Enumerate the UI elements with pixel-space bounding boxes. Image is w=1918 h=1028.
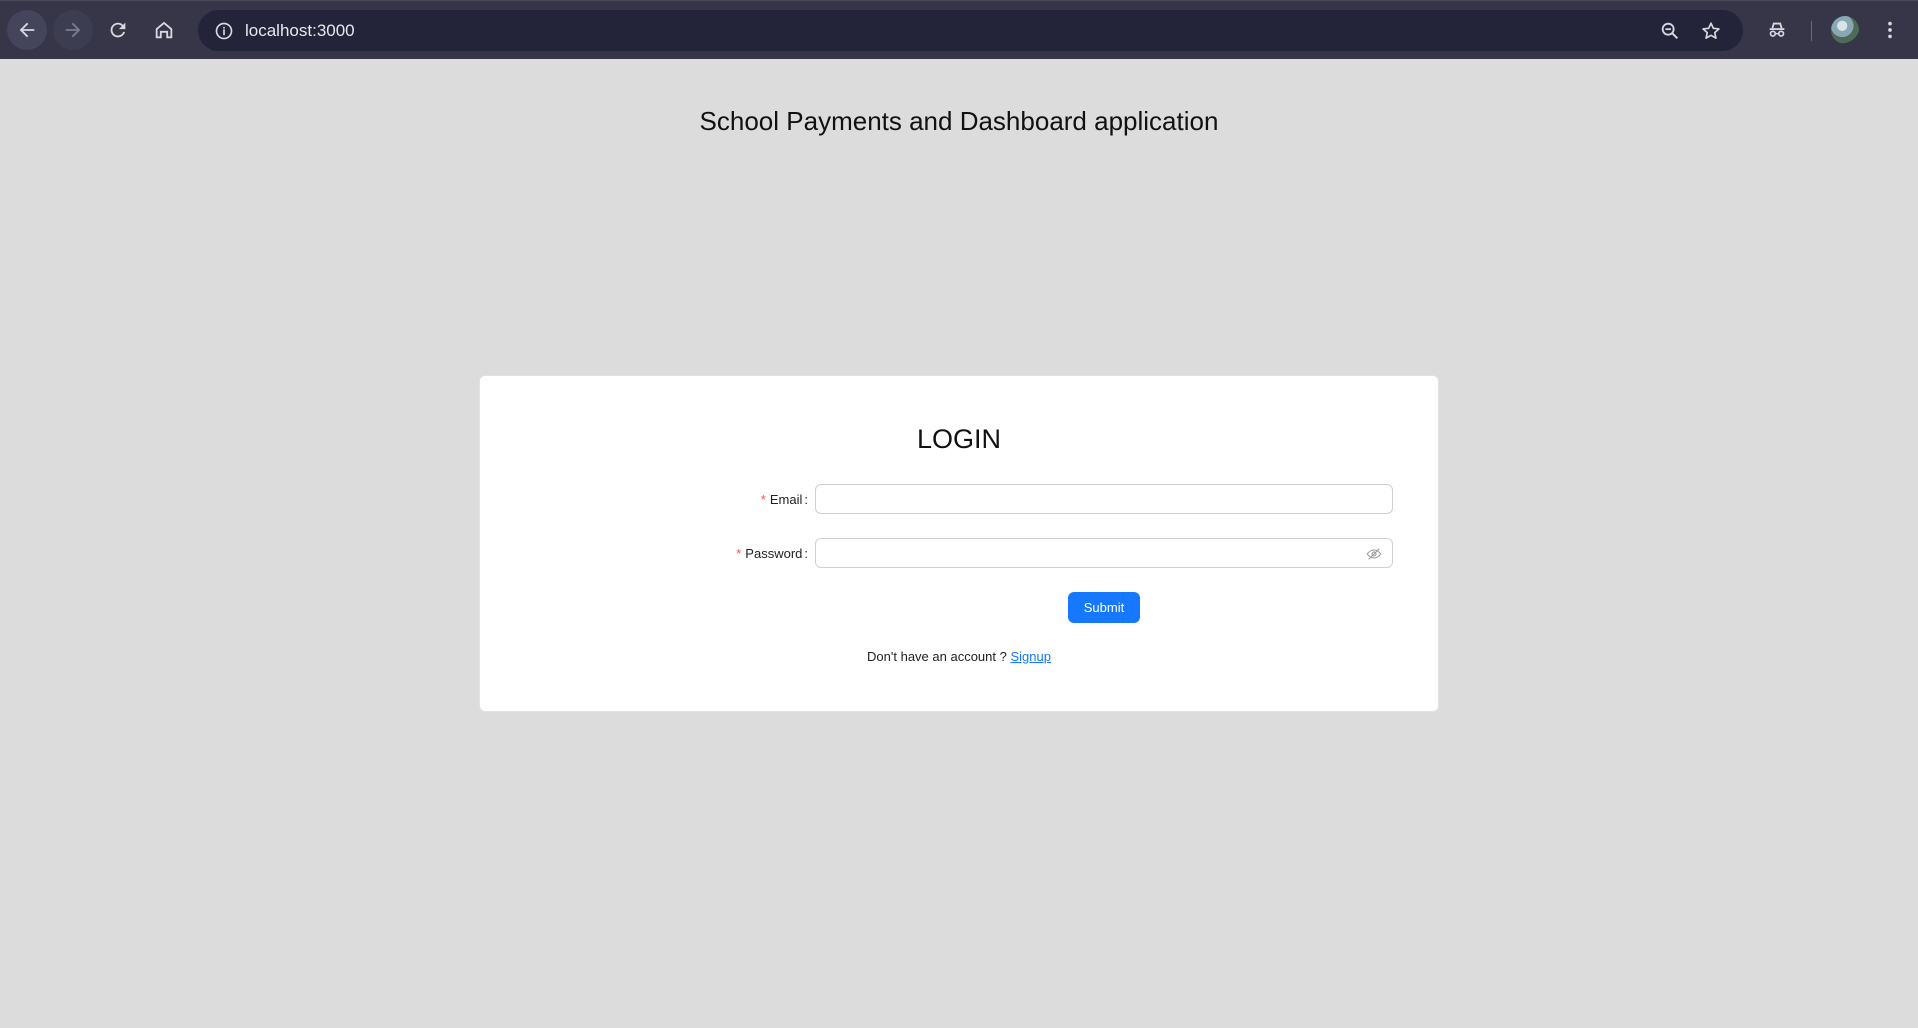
label-colon: : bbox=[804, 492, 808, 507]
email-label: * Email: bbox=[761, 492, 808, 507]
url-text[interactable]: localhost:3000 bbox=[245, 21, 355, 41]
forward-button[interactable] bbox=[53, 10, 93, 50]
eye-invisible-icon[interactable] bbox=[1366, 546, 1382, 562]
submit-button[interactable]: Submit bbox=[1068, 592, 1140, 623]
email-field-wrapper bbox=[815, 484, 1393, 514]
email-row: * Email: bbox=[480, 484, 1438, 516]
required-mark: * bbox=[736, 546, 742, 561]
zoom-button[interactable] bbox=[1658, 19, 1682, 43]
incognito-icon bbox=[1769, 22, 1785, 37]
forward-icon bbox=[65, 22, 81, 38]
password-field[interactable] bbox=[816, 539, 1392, 567]
required-mark: * bbox=[760, 492, 766, 507]
incognito-button[interactable] bbox=[1763, 16, 1791, 44]
site-info-button[interactable] bbox=[208, 15, 240, 47]
login-heading: LOGIN bbox=[916, 424, 1002, 454]
toolbar-divider bbox=[1811, 21, 1812, 41]
signup-prompt-text: Don't have an account ? bbox=[867, 649, 1007, 664]
zoom-icon bbox=[1661, 22, 1679, 40]
home-icon bbox=[155, 21, 173, 39]
back-button[interactable] bbox=[7, 10, 47, 50]
password-field-wrapper bbox=[815, 538, 1393, 568]
email-field[interactable] bbox=[816, 485, 1392, 513]
signup-prompt: Don't have an account ? Signup bbox=[480, 649, 1438, 664]
email-label-text: Email bbox=[769, 492, 803, 507]
reload-button[interactable] bbox=[100, 10, 136, 50]
reload-icon bbox=[110, 22, 126, 38]
label-colon: : bbox=[804, 546, 808, 561]
signup-link[interactable]: Signup bbox=[1010, 649, 1050, 664]
password-label-text: Password bbox=[745, 546, 803, 561]
address-bar[interactable]: localhost:3000 bbox=[198, 10, 1743, 51]
info-icon bbox=[215, 22, 233, 40]
kebab-menu-icon bbox=[1888, 21, 1892, 39]
bookmark-button[interactable] bbox=[1699, 19, 1723, 43]
page-title: School Payments and Dashboard applicatio… bbox=[699, 106, 1219, 136]
login-card: LOGIN * Email: * Password: Submit Don't ha… bbox=[479, 375, 1439, 712]
avatar[interactable] bbox=[1831, 16, 1859, 44]
password-row: * Password: bbox=[480, 538, 1438, 570]
password-label: * Password: bbox=[736, 546, 808, 561]
browser-toolbar: localhost:3000 bbox=[0, 0, 1918, 59]
browser-menu-button[interactable] bbox=[1876, 16, 1904, 44]
back-icon bbox=[19, 22, 35, 38]
star-icon bbox=[1702, 22, 1720, 39]
home-button[interactable] bbox=[146, 10, 182, 50]
